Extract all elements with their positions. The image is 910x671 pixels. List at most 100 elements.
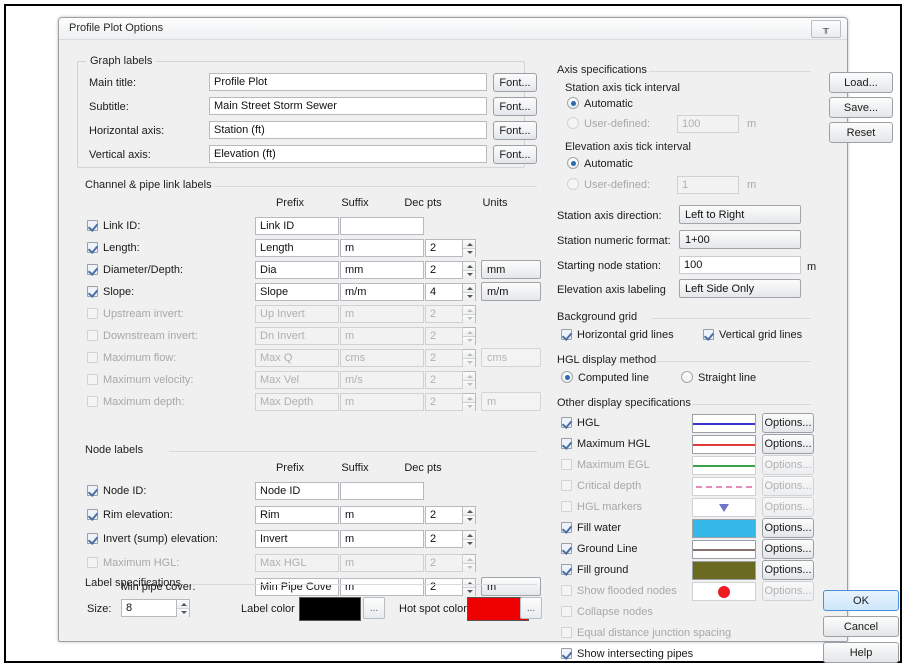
link-decpts-spinner-5[interactable] (463, 327, 476, 345)
display-checkbox-6[interactable] (561, 543, 572, 554)
link-suffix-2[interactable]: mm (340, 261, 424, 279)
node-checkbox-3[interactable] (87, 557, 98, 568)
display-swatch-6[interactable] (692, 540, 756, 559)
starting-node-station-input[interactable]: 100 (679, 256, 801, 274)
close-icon[interactable]: ╥ (811, 20, 841, 38)
link-decpts-6[interactable]: 2 (425, 349, 463, 367)
link-decpts-spinner-1[interactable] (463, 239, 476, 257)
display-options-button-4[interactable]: Options... (762, 497, 814, 517)
display-options-button-3[interactable]: Options... (762, 476, 814, 496)
hotspot-color-picker-button[interactable]: ... (520, 597, 542, 619)
display-swatch-1[interactable] (692, 435, 756, 454)
display-swatch-3[interactable] (692, 477, 756, 496)
display-options-button-0[interactable]: Options... (762, 413, 814, 433)
link-decpts-8[interactable]: 2 (425, 393, 463, 411)
link-checkbox-2[interactable] (87, 264, 98, 275)
ok-button[interactable]: OK (823, 590, 899, 611)
display-checkbox-1[interactable] (561, 438, 572, 449)
link-checkbox-8[interactable] (87, 396, 98, 407)
link-decpts-3[interactable]: 4 (425, 283, 463, 301)
link-prefix-0[interactable]: Link ID (255, 217, 339, 235)
link-suffix-7[interactable]: m/s (340, 371, 424, 389)
display-swatch-7[interactable] (692, 561, 756, 580)
label-size-input[interactable]: 8 (121, 599, 177, 617)
link-suffix-0[interactable] (340, 217, 424, 235)
node-prefix-1[interactable]: Rim (255, 506, 339, 524)
display-options-button-8[interactable]: Options... (762, 581, 814, 601)
node-prefix-2[interactable]: Invert (255, 530, 339, 548)
link-decpts-spinner-4[interactable] (463, 305, 476, 323)
link-prefix-5[interactable]: Dn Invert (255, 327, 339, 345)
link-prefix-7[interactable]: Max Vel (255, 371, 339, 389)
hgl-straight-radio[interactable] (681, 371, 693, 383)
elev-tick-userdefined-radio[interactable] (567, 178, 579, 190)
link-decpts-7[interactable]: 2 (425, 371, 463, 389)
label-color-picker-button[interactable]: ... (363, 597, 385, 619)
display-checkbox-3[interactable] (561, 480, 572, 491)
link-prefix-2[interactable]: Dia (255, 261, 339, 279)
node-prefix-0[interactable]: Node ID (255, 482, 339, 500)
node-suffix-0[interactable] (340, 482, 424, 500)
display-options-button-5[interactable]: Options... (762, 518, 814, 538)
link-checkbox-4[interactable] (87, 308, 98, 319)
display-checkbox-11[interactable] (561, 648, 572, 659)
link-prefix-6[interactable]: Max Q (255, 349, 339, 367)
link-units-2[interactable]: mm (481, 260, 541, 279)
reset-button[interactable]: Reset (829, 122, 893, 143)
link-checkbox-6[interactable] (87, 352, 98, 363)
node-suffix-4[interactable]: m (340, 578, 424, 596)
graph-input-2[interactable]: Station (ft) (209, 121, 487, 139)
font-button-1[interactable]: Font... (493, 97, 537, 116)
station-numeric-format-select[interactable]: 1+00 (679, 230, 801, 249)
display-checkbox-5[interactable] (561, 522, 572, 533)
node-suffix-1[interactable]: m (340, 506, 424, 524)
link-suffix-1[interactable]: m (340, 239, 424, 257)
link-checkbox-5[interactable] (87, 330, 98, 341)
node-suffix-3[interactable]: m (340, 554, 424, 572)
link-decpts-spinner-6[interactable] (463, 349, 476, 367)
node-checkbox-1[interactable] (87, 509, 98, 520)
display-checkbox-9[interactable] (561, 606, 572, 617)
link-prefix-8[interactable]: Max Depth (255, 393, 339, 411)
display-options-button-7[interactable]: Options... (762, 560, 814, 580)
node-units-4[interactable]: m (481, 577, 541, 596)
elev-tick-value-input[interactable]: 1 (677, 176, 739, 194)
display-checkbox-7[interactable] (561, 564, 572, 575)
node-decpts-spinner-3[interactable] (463, 554, 476, 572)
node-prefix-4[interactable]: Min Pipe Cove (255, 578, 339, 596)
link-suffix-8[interactable]: m (340, 393, 424, 411)
link-suffix-6[interactable]: cms (340, 349, 424, 367)
display-swatch-8[interactable] (692, 582, 756, 601)
dialog-titlebar[interactable]: Profile Plot Options ╥ (59, 18, 847, 40)
display-options-button-1[interactable]: Options... (762, 434, 814, 454)
link-checkbox-1[interactable] (87, 242, 98, 253)
station-tick-userdefined-radio[interactable] (567, 117, 579, 129)
station-direction-select[interactable]: Left to Right (679, 205, 801, 224)
save-button[interactable]: Save... (829, 97, 893, 118)
link-decpts-1[interactable]: 2 (425, 239, 463, 257)
node-suffix-2[interactable]: m (340, 530, 424, 548)
link-prefix-3[interactable]: Slope (255, 283, 339, 301)
link-prefix-1[interactable]: Length (255, 239, 339, 257)
display-swatch-2[interactable] (692, 456, 756, 475)
display-checkbox-4[interactable] (561, 501, 572, 512)
display-options-button-2[interactable]: Options... (762, 455, 814, 475)
node-decpts-spinner-1[interactable] (463, 506, 476, 524)
link-decpts-spinner-8[interactable] (463, 393, 476, 411)
graph-input-0[interactable]: Profile Plot (209, 73, 487, 91)
display-options-button-6[interactable]: Options... (762, 539, 814, 559)
node-checkbox-0[interactable] (87, 485, 98, 496)
node-decpts-1[interactable]: 2 (425, 506, 463, 524)
help-button[interactable]: Help (823, 642, 899, 663)
elev-tick-automatic-radio[interactable] (567, 157, 579, 169)
node-prefix-3[interactable]: Max HGL (255, 554, 339, 572)
link-checkbox-3[interactable] (87, 286, 98, 297)
link-checkbox-7[interactable] (87, 374, 98, 385)
display-swatch-5[interactable] (692, 519, 756, 538)
link-decpts-5[interactable]: 2 (425, 327, 463, 345)
link-decpts-spinner-7[interactable] (463, 371, 476, 389)
node-decpts-3[interactable]: 2 (425, 554, 463, 572)
link-units-3[interactable]: m/m (481, 282, 541, 301)
elev-axis-labeling-select[interactable]: Left Side Only (679, 279, 801, 298)
link-decpts-4[interactable]: 2 (425, 305, 463, 323)
